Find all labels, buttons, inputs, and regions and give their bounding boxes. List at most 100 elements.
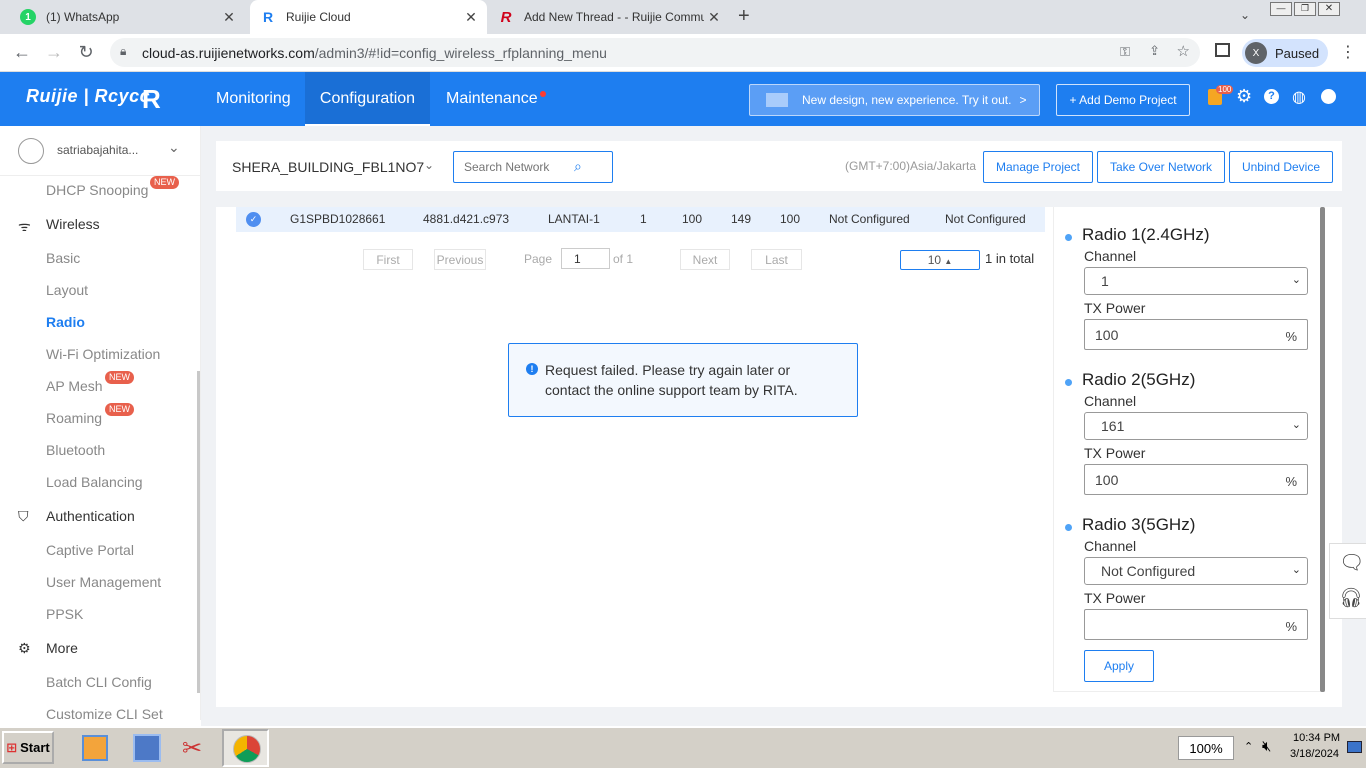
user-name: satriabajahita... bbox=[57, 143, 139, 157]
sidebar-group-authentication[interactable]: Authentication bbox=[46, 508, 135, 524]
sidebar-item-layout[interactable]: Layout bbox=[46, 282, 88, 298]
help-icon[interactable]: ? bbox=[1264, 89, 1279, 104]
page-size-select[interactable]: 10 ▲ bbox=[900, 250, 980, 270]
sidebar-item-user-management[interactable]: User Management bbox=[46, 574, 161, 590]
chevron-up-icon[interactable]: ⌃ bbox=[1244, 740, 1253, 753]
menu-configuration[interactable]: Configuration bbox=[305, 72, 430, 126]
shield-icon: ⛉ bbox=[18, 508, 29, 524]
network-selector[interactable]: SHERA_BUILDING_FBL1NO7 bbox=[232, 159, 424, 175]
radio1-channel-select[interactable]: 1 ⌄ bbox=[1084, 267, 1308, 295]
radio1-channel-value: 1 bbox=[1101, 273, 1109, 289]
radio3-channel-label: Channel bbox=[1084, 538, 1137, 554]
chevron-down-icon[interactable]: ⌄ bbox=[424, 158, 434, 172]
cell-radio3-channel: Not Configured bbox=[829, 212, 910, 226]
user-icon[interactable] bbox=[1321, 89, 1336, 104]
sidebar-item-ap-mesh[interactable]: AP Mesh bbox=[46, 378, 103, 394]
restore-icon[interactable]: ❐ bbox=[1294, 2, 1316, 16]
new-tab-icon[interactable]: + bbox=[738, 5, 750, 28]
reload-icon[interactable]: ↻ bbox=[74, 42, 98, 63]
sidebar-item-wifi-optimization[interactable]: Wi-Fi Optimization bbox=[46, 346, 160, 362]
radio3-tx-input[interactable]: % bbox=[1084, 609, 1308, 640]
radio2-tx-input[interactable]: 100% bbox=[1084, 464, 1308, 495]
browser-tab-strip: 1 (1) WhatsApp ✕ R Ruijie Cloud ✕ R Add … bbox=[0, 0, 1366, 34]
close-icon[interactable]: ✕ bbox=[219, 9, 239, 26]
search-icon[interactable]: ⌕ bbox=[574, 158, 582, 175]
forward-icon[interactable]: → bbox=[42, 42, 66, 63]
search-network-field[interactable]: ⌕ bbox=[453, 151, 613, 183]
tab-ruijie-cloud[interactable]: R Ruijie Cloud ✕ bbox=[250, 0, 487, 34]
sidebar-group-wireless[interactable]: Wireless bbox=[46, 216, 100, 232]
network-tool-icon[interactable] bbox=[133, 734, 161, 762]
tab-whatsapp[interactable]: 1 (1) WhatsApp ✕ bbox=[0, 0, 245, 34]
profile-button[interactable]: X Paused bbox=[1242, 39, 1328, 67]
kebab-menu-icon[interactable]: ⋮ bbox=[1340, 42, 1356, 62]
clock-date: 3/18/2024 bbox=[1290, 748, 1339, 760]
take-over-network-button[interactable]: Take Over Network bbox=[1097, 151, 1225, 183]
headset-icon[interactable]: 🎧︎ bbox=[1339, 586, 1363, 610]
whatsapp-icon: 1 bbox=[20, 9, 36, 25]
percent-unit: % bbox=[1285, 619, 1297, 634]
manage-project-button[interactable]: Manage Project bbox=[983, 151, 1093, 183]
last-page-button[interactable]: Last bbox=[751, 249, 802, 270]
menu-maintenance[interactable]: Maintenance bbox=[446, 72, 538, 126]
window-close-icon[interactable]: ✕ bbox=[1318, 2, 1340, 16]
radio1-tx-input[interactable]: 100% bbox=[1084, 319, 1308, 350]
sidepanel-icon[interactable] bbox=[1215, 43, 1230, 57]
sidebar-item-captive-portal[interactable]: Captive Portal bbox=[46, 542, 134, 558]
bookmark-star-icon[interactable]: ☆ bbox=[1177, 42, 1190, 60]
zoom-indicator[interactable]: 100% bbox=[1178, 736, 1234, 760]
page-number-input[interactable]: 1 bbox=[561, 248, 610, 269]
volume-muted-icon[interactable]: 🔇︎ bbox=[1262, 738, 1271, 755]
close-icon[interactable]: ✕ bbox=[704, 9, 724, 26]
radio2-channel-select[interactable]: 161 ⌄ bbox=[1084, 412, 1308, 440]
next-page-button[interactable]: Next bbox=[680, 249, 730, 270]
url-input[interactable]: 🔒︎ cloud-as.ruijienetworks.com/admin3/#!… bbox=[110, 38, 1200, 67]
add-demo-project-button[interactable]: + Add Demo Project bbox=[1056, 84, 1190, 116]
user-account-row[interactable]: satriabajahita... ⌄ bbox=[0, 126, 200, 176]
back-icon[interactable]: ← bbox=[10, 42, 34, 63]
settings-gear-icon[interactable]: ⚙ bbox=[1236, 86, 1252, 107]
radio3-channel-select[interactable]: Not Configured ⌄ bbox=[1084, 557, 1308, 585]
cell-radio2-channel: 149 bbox=[731, 212, 752, 226]
sidebar-item-roaming[interactable]: Roaming bbox=[46, 410, 102, 426]
key-icon[interactable]: ⚿ bbox=[1120, 44, 1130, 60]
checkbox-checked-icon[interactable]: ✓ bbox=[246, 212, 261, 227]
sidebar-item-basic[interactable]: Basic bbox=[46, 250, 80, 266]
profile-status: Paused bbox=[1275, 45, 1320, 61]
sidebar-group-more[interactable]: More bbox=[46, 640, 78, 656]
close-icon[interactable]: ✕ bbox=[461, 9, 481, 26]
new-design-banner[interactable]: New design, new experience. Try it out. … bbox=[749, 84, 1040, 116]
sidebar-item-bluetooth[interactable]: Bluetooth bbox=[46, 442, 105, 458]
snipping-tool-icon[interactable]: ✂ bbox=[182, 734, 202, 763]
minimize-icon[interactable]: — bbox=[1270, 2, 1292, 16]
cell-mac: 4881.d421.c973 bbox=[423, 212, 510, 226]
apply-button[interactable]: Apply bbox=[1084, 650, 1154, 682]
unbind-device-button[interactable]: Unbind Device bbox=[1229, 151, 1333, 183]
previous-page-button[interactable]: Previous bbox=[434, 249, 486, 270]
chevron-down-icon[interactable]: ⌄ bbox=[168, 139, 180, 156]
clock-time: 10:34 PM bbox=[1293, 732, 1341, 744]
globe-icon[interactable]: ◍ bbox=[1292, 87, 1306, 107]
panel-scrollbar[interactable] bbox=[1320, 207, 1325, 692]
desktop-icon[interactable] bbox=[1347, 741, 1362, 753]
sidebar-item-ppsk[interactable]: PPSK bbox=[46, 606, 83, 622]
media-player-icon[interactable] bbox=[82, 735, 108, 761]
bullet-dot bbox=[1065, 379, 1072, 386]
tab-ruijie-community[interactable]: R Add New Thread - - Ruijie Communit ✕ bbox=[490, 0, 730, 34]
start-button[interactable]: ⊞ Start bbox=[2, 731, 54, 764]
reyee-logo-icon: R bbox=[142, 84, 161, 114]
share-icon[interactable]: ⇪ bbox=[1149, 43, 1160, 59]
sidebar-item-customize-cli-set[interactable]: Customize CLI Set bbox=[46, 706, 163, 720]
tab-search-icon[interactable]: ⌄ bbox=[1240, 8, 1250, 22]
sidebar-item-radio[interactable]: Radio bbox=[46, 314, 85, 330]
sidebar-item-batch-cli-config[interactable]: Batch CLI Config bbox=[46, 674, 152, 690]
sidebar-item-dhcp-snooping[interactable]: DHCP Snooping bbox=[46, 182, 148, 198]
chat-icon[interactable]: 🗨︎ bbox=[1339, 550, 1364, 575]
taskbar-chrome-button[interactable] bbox=[222, 729, 269, 767]
search-input[interactable] bbox=[464, 160, 574, 174]
sidebar-item-load-balancing[interactable]: Load Balancing bbox=[46, 474, 143, 490]
radio1-tx-value: 100 bbox=[1095, 326, 1119, 343]
first-page-button[interactable]: First bbox=[363, 249, 413, 270]
menu-monitoring[interactable]: Monitoring bbox=[216, 72, 291, 126]
sidebar-scrollbar[interactable] bbox=[197, 371, 200, 693]
